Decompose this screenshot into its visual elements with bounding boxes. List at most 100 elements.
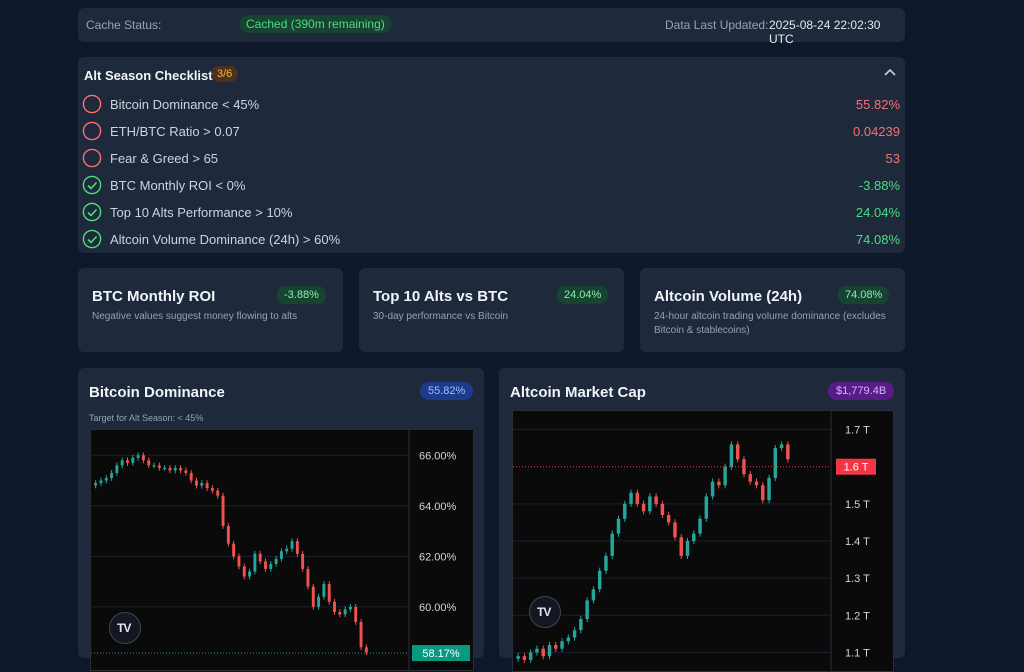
- candle-body: [279, 551, 283, 559]
- candle-body: [572, 630, 577, 638]
- candle-body: [115, 465, 119, 473]
- card-altcoin-volume: Altcoin Volume (24h) 74.08% 24-hour altc…: [640, 268, 905, 352]
- y-tick-label: 62.00%: [419, 551, 457, 563]
- checklist-item-label: ETH/BTC Ratio > 0.07: [110, 124, 240, 139]
- candle-body: [704, 496, 709, 519]
- candle-body: [317, 596, 321, 607]
- alt-season-checklist: Alt Season Checklist 3/6 Bitcoin Dominan…: [78, 57, 905, 253]
- y-tick-label: 1.5 T: [845, 499, 870, 511]
- candle-body: [221, 495, 225, 526]
- checklist-item-value: 53: [885, 151, 900, 166]
- altcoin-market-cap-chart[interactable]: 1.7 T 1.5 T 1.4 T 1.3 T 1.2 T 1.1 T 1.6 T TV: [512, 410, 894, 672]
- candle-body: [597, 570, 602, 590]
- candle-body: [120, 460, 124, 466]
- candle-body: [729, 444, 734, 467]
- candle-body: [359, 622, 363, 648]
- checklist-item: Fear & Greed > 65 53: [82, 147, 900, 169]
- card-title: BTC Monthly ROI: [92, 288, 216, 305]
- candle-body: [258, 553, 262, 562]
- x-circle-icon: [82, 121, 102, 141]
- checklist-item: Top 10 Alts Performance > 10% 24.04%: [82, 201, 900, 223]
- candle-body: [654, 496, 658, 504]
- candle-body: [641, 503, 646, 512]
- candle-body: [629, 492, 633, 504]
- candle-body: [710, 481, 715, 497]
- checklist-count-badge: 3/6: [211, 66, 239, 82]
- tradingview-logo-text: TV: [537, 605, 551, 619]
- candle-body: [264, 561, 267, 569]
- altcoin-market-cap-panel: Altcoin Market Cap $1,779.4B 1.7 T 1.5 T 1…: [499, 368, 905, 672]
- candle-body: [152, 465, 156, 467]
- candle-body: [173, 467, 177, 471]
- candle-body: [585, 600, 589, 619]
- btc-dominance-chart[interactable]: 66.00% 64.00% 62.00% 60.00% 58.17% TV: [90, 429, 474, 671]
- altcoin-market-cap-candles: 1.7 T 1.5 T 1.4 T 1.3 T 1.2 T 1.1 T 1.6 T: [513, 411, 876, 671]
- candle-body: [666, 515, 671, 523]
- y-tick-label: 1.4 T: [845, 536, 870, 548]
- check-circle-icon: [82, 175, 102, 195]
- candle-body: [579, 619, 583, 631]
- y-tick-label: 1.7 T: [845, 425, 870, 437]
- dominance-badge: 55.82%: [420, 382, 474, 400]
- candle-body: [290, 541, 294, 549]
- tradingview-logo-text: TV: [117, 621, 131, 635]
- candle-body: [195, 480, 198, 486]
- card-badge: 74.08%: [838, 286, 890, 304]
- candle-body: [242, 566, 246, 577]
- card-description: 30-day performance vs Bitcoin: [373, 311, 509, 322]
- candle-body: [685, 541, 690, 556]
- last-updated-value: 2025-08-24 22:02:30 UTC: [769, 18, 881, 46]
- candle-body: [226, 526, 230, 544]
- checklist-item-label: Altcoin Volume Dominance (24h) > 60%: [110, 232, 341, 247]
- candle-body: [253, 553, 257, 572]
- candle-body: [338, 611, 342, 615]
- last-updated-label: Data Last Updated:: [665, 18, 769, 32]
- candle-body: [184, 470, 188, 473]
- candle-body: [327, 584, 331, 602]
- checklist-item: ETH/BTC Ratio > 0.07 0.04239: [82, 120, 900, 142]
- checklist-title: Alt Season Checklist: [84, 68, 213, 83]
- card-badge: -3.88%: [277, 286, 326, 304]
- x-circle-icon: [82, 148, 102, 168]
- candle-body: [163, 467, 167, 470]
- checklist-item-label: Bitcoin Dominance < 45%: [110, 97, 260, 112]
- candle-body: [773, 448, 778, 478]
- checklist-item: Bitcoin Dominance < 45% 55.82%: [82, 93, 900, 115]
- y-tick-label: 60.00%: [419, 602, 457, 614]
- candle-body: [94, 483, 98, 486]
- candle-body: [99, 480, 103, 484]
- panel-title: Altcoin Market Cap: [510, 384, 646, 401]
- candle-body: [295, 541, 299, 554]
- cache-status-bar: Cache Status: Cached (390m remaining) Da…: [78, 8, 905, 46]
- candle-body: [269, 563, 273, 569]
- candle-body: [237, 556, 241, 567]
- chevron-up-icon[interactable]: [883, 66, 897, 80]
- card-description: Negative values suggest money flowing to…: [92, 311, 298, 322]
- candle-body: [216, 490, 220, 496]
- candle-body: [141, 455, 145, 461]
- candle-body: [754, 481, 759, 486]
- candle-body: [660, 503, 665, 515]
- tradingview-logo[interactable]: TV: [109, 612, 141, 644]
- candle-body: [779, 444, 784, 449]
- card-top10-alts-vs-btc: Top 10 Alts vs BTC 24.04% 30-day perform…: [359, 268, 624, 352]
- candle-body: [136, 455, 140, 458]
- check-circle-icon: [82, 229, 102, 249]
- candle-body: [210, 488, 214, 491]
- checklist-item-value: 55.82%: [855, 97, 900, 112]
- candle-body: [157, 465, 161, 468]
- market-cap-badge: $1,779.4B: [828, 382, 895, 400]
- y-tick-label: 64.00%: [419, 501, 457, 513]
- candle-body: [616, 518, 621, 534]
- checklist-item: BTC Monthly ROI < 0% -3.88%: [82, 174, 900, 196]
- candle-body: [742, 459, 746, 475]
- checklist-item-value: 0.04239: [853, 124, 900, 139]
- candle-body: [189, 472, 193, 481]
- candle-body: [364, 647, 368, 653]
- candle-body: [767, 477, 771, 501]
- btc-dominance-candles: 66.00% 64.00% 62.00% 60.00% 58.17%: [91, 430, 470, 670]
- candle-body: [723, 466, 727, 486]
- candle-body: [692, 533, 696, 541]
- tradingview-logo[interactable]: TV: [529, 596, 561, 628]
- last-price-label: 58.17%: [422, 648, 460, 660]
